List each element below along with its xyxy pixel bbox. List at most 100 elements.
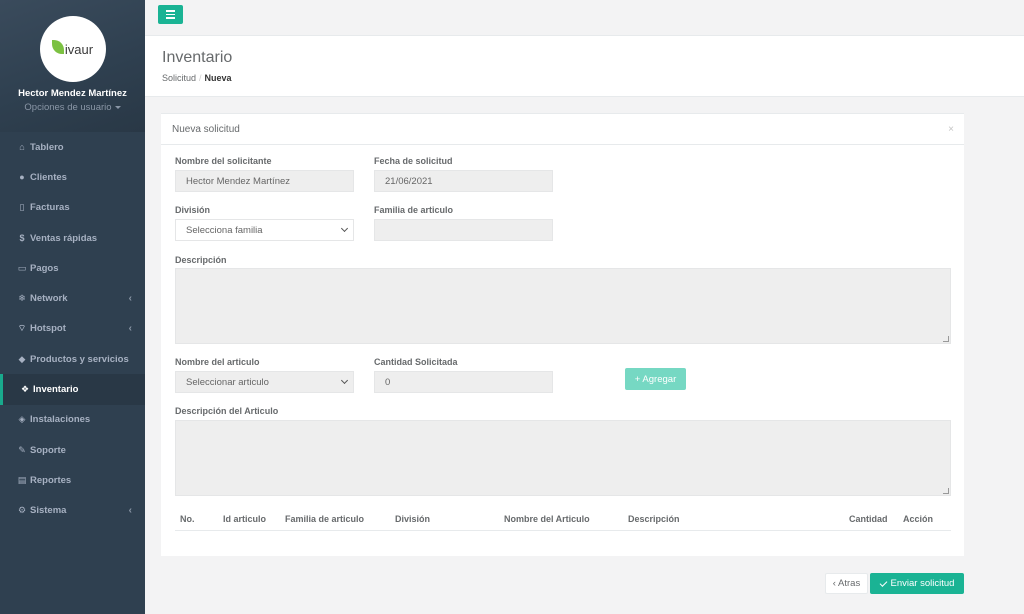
hamburger-menu-button[interactable]: [158, 5, 183, 24]
sidebar-item-clientes[interactable]: ● Clientes: [0, 162, 145, 192]
close-icon[interactable]: ×: [948, 124, 954, 135]
send-request-button[interactable]: Enviar solicitud: [870, 573, 964, 594]
laptop-icon: ▭: [17, 262, 27, 273]
breadcrumb: Solicitud / Nueva: [162, 73, 1024, 83]
resize-handle-icon[interactable]: [943, 336, 949, 342]
article-select-value: Seleccionar articulo: [186, 376, 269, 388]
sidebar-item-label: Clientes: [30, 171, 67, 183]
sidebar-item-label: Hotspot: [30, 323, 66, 335]
back-button[interactable]: ‹ Atras: [825, 573, 868, 594]
user-name: Hector Mendez Martínez: [18, 88, 127, 99]
sidebar-item-label: Tablero: [30, 141, 64, 153]
articles-table-header: No. Id articulo Familia de articulo Divi…: [175, 508, 951, 531]
panel-title: Nueva solicitud ×: [161, 114, 964, 145]
caret-down-icon: [114, 105, 121, 109]
tool-icon: ◈: [18, 414, 26, 425]
date-label: Fecha de solicitud: [374, 156, 453, 166]
user-options-dropdown[interactable]: Opciones de usuario: [0, 102, 145, 113]
article-description-label: Descripción del Articulo: [175, 406, 279, 416]
sidebar-item-label: Pagos: [30, 262, 59, 274]
panel-title-text: Nueva solicitud: [172, 123, 240, 135]
th-descripcion: Descripción: [628, 514, 680, 524]
sidebar-item-label: Productos y servicios: [30, 353, 129, 365]
breadcrumb-current: Nueva: [204, 73, 232, 83]
sidebar-item-label: Reportes: [30, 474, 72, 486]
requester-field[interactable]: Hector Mendez Martínez: [175, 170, 354, 192]
profile-section: ivaur Hector Mendez Martínez Opciones de…: [0, 0, 145, 132]
resize-handle-icon[interactable]: [943, 488, 949, 494]
sidebar-nav: ⌂ Tablero ● Clientes ▯ Facturas $ Ventas ráp…: [0, 132, 145, 526]
hamburger-line: [166, 17, 175, 19]
chevron-left-icon: ‹: [128, 323, 132, 335]
family-label: Familia de articulo: [374, 205, 454, 215]
wrench-icon: ✎: [18, 444, 26, 455]
top-bar: [145, 0, 1024, 36]
cogs-icon: ⚙: [17, 505, 27, 516]
hamburger-line: [166, 13, 175, 16]
sidebar-item-label: Sistema: [30, 505, 67, 517]
page-header: Inventario Solicitud / Nueva: [145, 36, 1024, 97]
dashboard-icon: ⌂: [19, 142, 25, 153]
th-cantidad: Cantidad: [849, 514, 888, 524]
sidebar-item-pagos[interactable]: ▭ Pagos: [0, 253, 145, 283]
article-description-textarea[interactable]: [175, 420, 951, 496]
division-select[interactable]: Selecciona familia: [175, 219, 354, 241]
sidebar-item-label: Network: [30, 293, 68, 305]
users-icon: ●: [19, 172, 25, 183]
wifi-icon: ⌔: [17, 323, 27, 334]
hamburger-line: [166, 10, 175, 12]
th-nombre-articulo: Nombre del Articulo: [504, 514, 590, 524]
th-accion: Acción: [903, 514, 934, 524]
division-select-value: Selecciona familia: [186, 224, 263, 236]
sidebar-item-hotspot[interactable]: ⌔ Hotspot ‹: [0, 314, 145, 344]
quantity-field[interactable]: 0: [374, 371, 553, 393]
network-icon: ❄: [18, 293, 26, 304]
sidebar-item-network[interactable]: ❄ Network ‹: [0, 283, 145, 313]
page-title: Inventario: [162, 49, 233, 66]
sidebar-item-label: Inventario: [33, 384, 79, 396]
description-label: Descripción: [175, 255, 227, 265]
breadcrumb-parent[interactable]: Solicitud: [162, 73, 196, 83]
chevron-down-icon: [340, 376, 349, 385]
th-division: División: [395, 514, 431, 524]
dollar-icon: $: [19, 233, 25, 244]
sidebar-item-ventas-rapidas[interactable]: $ Ventas rápidas: [0, 223, 145, 253]
article-select[interactable]: Seleccionar articulo: [175, 371, 354, 393]
sidebar-item-label: Ventas rápidas: [30, 232, 98, 244]
date-field[interactable]: 21/06/2021: [374, 170, 553, 192]
family-field[interactable]: [374, 219, 553, 241]
livaur-logo: ivaur: [51, 40, 93, 57]
sidebar-item-soporte[interactable]: ✎ Soporte: [0, 435, 145, 465]
sidebar-item-label: Instalaciones: [30, 414, 91, 426]
add-article-button[interactable]: + Agregar: [625, 368, 686, 390]
th-familia: Familia de articulo: [285, 514, 365, 524]
requester-label: Nombre del solicitante: [175, 156, 272, 166]
user-options-label: Opciones de usuario: [24, 102, 112, 113]
breadcrumb-separator: /: [199, 73, 202, 83]
sidebar-item-tablero[interactable]: ⌂ Tablero: [0, 132, 145, 162]
chevron-left-icon: ‹: [128, 293, 132, 305]
division-label: División: [175, 205, 211, 215]
tag-icon: ◆: [18, 353, 26, 364]
sidebar-item-label: Soporte: [30, 444, 66, 456]
sidebar-item-inventario[interactable]: ❖ Inventario: [0, 374, 145, 405]
sidebar-item-productos[interactable]: ◆ Productos y servicios: [0, 344, 145, 374]
sidebar-item-instalaciones[interactable]: ◈ Instalaciones: [0, 405, 145, 435]
leaf-logo-icon: [51, 40, 64, 54]
chevron-down-icon: [340, 224, 349, 233]
sidebar: ivaur Hector Mendez Martínez Opciones de…: [0, 0, 145, 614]
sidebar-item-label: Facturas: [30, 202, 70, 214]
book-icon: ▤: [17, 474, 27, 485]
sidebar-item-sistema[interactable]: ⚙ Sistema ‹: [0, 496, 145, 526]
avatar: ivaur: [39, 16, 106, 82]
chevron-left-icon: ‹: [128, 505, 132, 517]
new-request-panel: Nueva solicitud × Nombre del solicitante…: [161, 113, 964, 556]
article-label: Nombre del articulo: [175, 357, 260, 367]
th-id-articulo: Id articulo: [223, 514, 267, 524]
description-textarea[interactable]: [175, 268, 951, 344]
th-no: No.: [180, 514, 195, 524]
sidebar-item-facturas[interactable]: ▯ Facturas: [0, 193, 145, 223]
file-icon: ▯: [19, 202, 25, 213]
cubes-icon: ❖: [20, 384, 30, 395]
sidebar-item-reportes[interactable]: ▤ Reportes: [0, 465, 145, 495]
